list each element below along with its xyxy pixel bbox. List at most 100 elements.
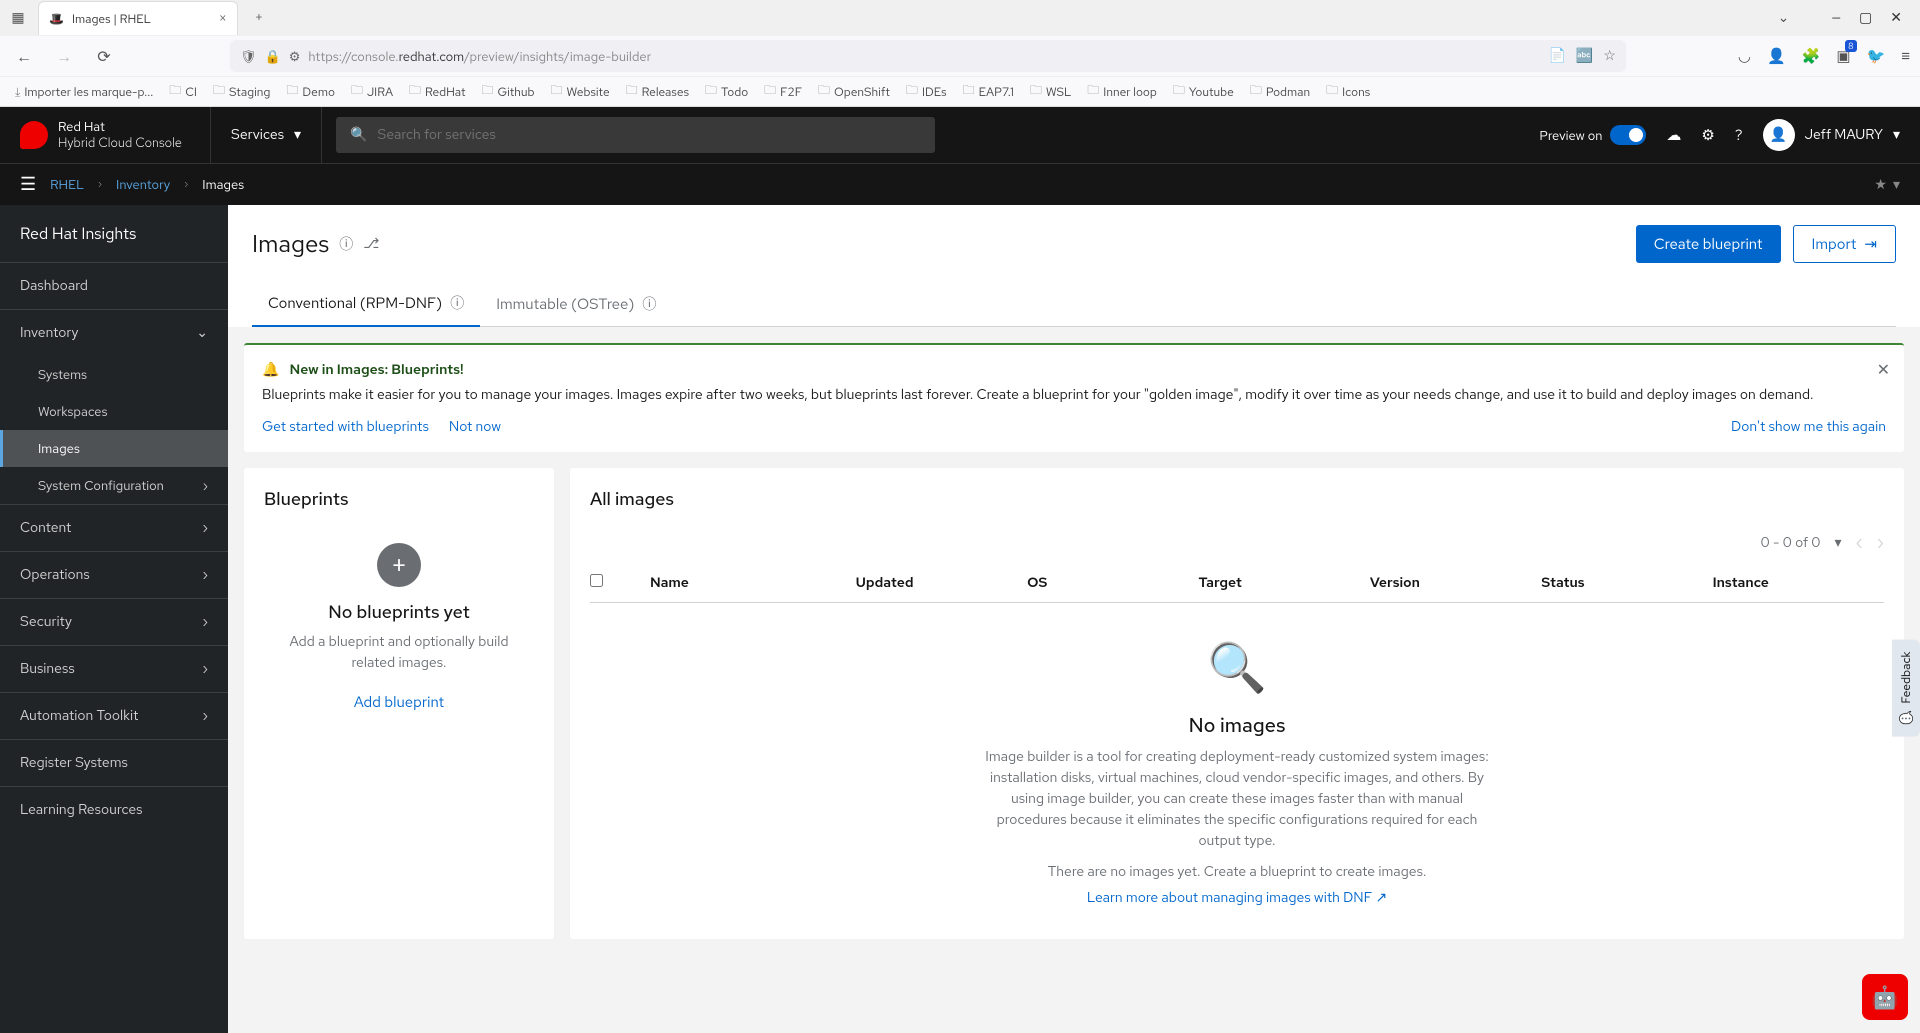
bookmark-item[interactable]: 🗀IDEs [901,79,952,104]
bookmark-item[interactable]: 🗀Staging [208,79,275,104]
folder-icon: 🗀 [906,81,918,102]
twitter-icon[interactable]: 🐦 [1867,46,1886,66]
hamburger-icon[interactable]: ☰ [20,173,36,196]
sidebar-item-automation[interactable]: Automation Toolkit› [0,693,228,739]
bookmark-item[interactable]: 🗀Inner loop [1082,79,1162,104]
back-button[interactable]: ← [10,46,38,67]
search-services[interactable]: 🔍 [336,117,935,153]
caret-down-icon[interactable]: ▾ [1835,534,1842,552]
bookmark-item[interactable]: ⤓Importer les marque-p... [10,82,158,102]
url-bar[interactable]: 🛡 🔒 ⚙ https://console.redhat.com/preview… [230,40,1626,72]
learn-more-link[interactable]: Learn more about managing images with DN… [1087,889,1387,907]
bookmark-item[interactable]: 🗀Github [476,79,539,104]
sidebar-subitem-workspaces[interactable]: Workspaces [0,393,228,430]
browser-chrome: ▦ 🎩 Images | RHEL × + ⌄ — ▢ ✕ ← → ⟳ 🛡 🔒 … [0,0,1920,107]
bookmark-item[interactable]: 🗀Demo [281,79,340,104]
bookmark-item[interactable]: 🗀OpenShift [813,79,895,104]
breadcrumb-item[interactable]: RHEL [50,176,84,193]
import-button[interactable]: Import⇥ [1793,225,1896,263]
folder-icon: 🗀 [1326,81,1338,102]
chat-widget-icon[interactable]: 🤖 [1862,974,1908,1020]
preview-toggle[interactable]: Preview on [1539,125,1646,145]
reload-button[interactable]: ⟳ [90,46,118,67]
help-icon[interactable]: ? [1735,125,1743,145]
tab-immutable[interactable]: Immutable (OSTree)ⓘ [480,281,672,326]
bookmark-item[interactable]: 🗀JIRA [346,79,398,104]
bookmark-item[interactable]: 🗀CI [164,79,202,104]
breadcrumb-item[interactable]: Inventory [116,176,170,193]
sidebar-subitem-systems[interactable]: Systems [0,356,228,393]
sidebar-item-security[interactable]: Security› [0,599,228,645]
tab-favicon-icon: 🎩 [49,11,64,27]
minimize-icon[interactable]: — [1831,9,1841,27]
search-icon: 🔍 [350,126,367,144]
browser-tab[interactable]: 🎩 Images | RHEL × [38,1,238,35]
bookmark-item[interactable]: 🗀Website [545,79,614,104]
bookmark-item[interactable]: 🗀WSL [1025,79,1076,104]
translate-icon[interactable]: 🔤 [1576,47,1593,65]
extensions-icon[interactable]: 🧩 [1802,46,1821,66]
sidebar-item-operations[interactable]: Operations› [0,552,228,598]
menu-icon[interactable]: ≡ [1901,46,1910,66]
help-icon[interactable]: ⓘ [642,294,656,314]
table-header-checkbox[interactable] [590,574,640,592]
account-icon[interactable]: 👤 [1767,46,1786,66]
shield-icon[interactable]: 🛡 [240,48,257,65]
chevron-down-icon[interactable]: ⌄ [1778,9,1790,27]
cloud-icon[interactable]: ☁ [1666,125,1681,145]
tab-conventional[interactable]: Conventional (RPM-DNF)ⓘ [252,281,480,327]
sidebar-item-inventory[interactable]: Inventory⌄ [0,310,228,356]
lock-icon[interactable]: 🔒 [265,48,281,65]
sidebar: Red Hat Insights Dashboard Inventory⌄ Sy… [0,205,228,1033]
notification-icon[interactable]: ▣ [1836,46,1850,66]
sidebar-item-business[interactable]: Business› [0,646,228,692]
bookmark-star-icon[interactable]: ☆ [1603,47,1616,65]
bookmark-item[interactable]: 🗀Youtube [1168,79,1239,104]
help-icon[interactable]: ⓘ [339,234,353,254]
plus-circle-icon: + [377,543,421,587]
star-icon[interactable]: ★ [1874,176,1887,194]
sidebar-item-register[interactable]: Register Systems [0,740,228,786]
alert-body: Blueprints make it easier for you to man… [262,385,1886,406]
branch-icon[interactable]: ⎇ [363,235,379,253]
caret-down-icon[interactable]: ▾ [1893,176,1900,194]
bookmark-item[interactable]: 🗀Podman [1245,79,1315,104]
sidebar-item-dashboard[interactable]: Dashboard [0,263,228,309]
help-icon[interactable]: ⓘ [450,293,464,313]
toggle-switch[interactable] [1610,125,1646,145]
bookmark-item[interactable]: 🗀RedHat [404,79,470,104]
bookmark-item[interactable]: 🗀Todo [700,79,753,104]
logo[interactable]: Red Hat Hybrid Cloud Console [0,119,210,150]
bookmark-item[interactable]: 🗀Releases [621,79,694,104]
create-blueprint-button[interactable]: Create blueprint [1636,225,1781,263]
gear-icon[interactable]: ⚙ [1701,125,1714,145]
maximize-icon[interactable]: ▢ [1859,9,1872,27]
chevron-right-icon: › [202,566,208,584]
close-icon[interactable]: × [219,10,227,28]
alert-link-not-now[interactable]: Not now [449,418,501,436]
alert-link-get-started[interactable]: Get started with blueprints [262,418,429,436]
sidebar-item-learning[interactable]: Learning Resources [0,787,228,833]
reader-icon[interactable]: 📄 [1548,47,1565,65]
bookmark-item[interactable]: 🗀EAP7.1 [958,79,1019,104]
bookmark-item[interactable]: 🗀F2F [759,79,807,104]
folder-icon: 🗀 [1173,81,1185,102]
bookmark-item[interactable]: 🗀Icons [1321,79,1375,104]
add-blueprint-link[interactable]: Add blueprint [354,692,444,712]
brand-line2: Hybrid Cloud Console [58,135,182,151]
sidebar-item-content[interactable]: Content› [0,505,228,551]
services-dropdown[interactable]: Services ▾ [210,107,322,163]
close-alert-icon[interactable]: ✕ [1877,359,1890,380]
sidebar-subitem-system-configuration[interactable]: System Configuration› [0,467,228,504]
alert-link-dont-show[interactable]: Don't show me this again [1731,418,1886,436]
new-tab-button[interactable]: + [244,3,274,33]
tab-manager-icon[interactable]: ▦ [6,6,30,30]
folder-icon: 🗀 [550,81,562,102]
close-window-icon[interactable]: ✕ [1890,9,1902,27]
sidebar-subitem-images[interactable]: Images [0,430,228,467]
user-menu[interactable]: 👤 Jeff MAURY ▾ [1763,119,1900,151]
search-input[interactable] [378,126,921,144]
pocket-icon[interactable]: ◡ [1738,46,1751,66]
feedback-tab[interactable]: 💬 Feedback [1892,640,1920,737]
permissions-icon[interactable]: ⚙ [289,48,301,65]
